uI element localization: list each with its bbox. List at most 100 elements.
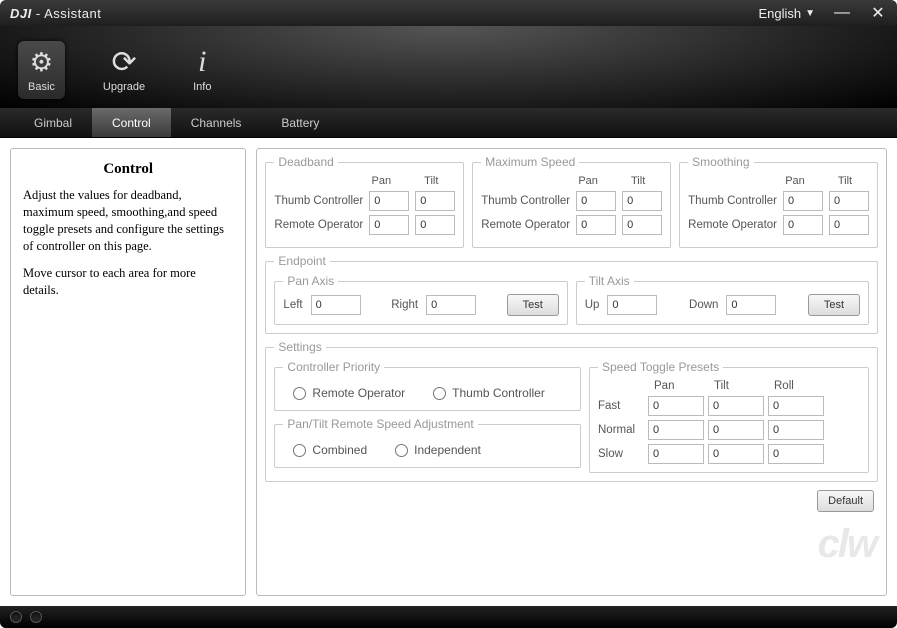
status-led-1 — [10, 611, 22, 623]
slow-label: Slow — [598, 448, 648, 460]
controller-priority-group: Controller Priority Remote Operator Thum… — [274, 360, 581, 411]
priority-remote-radio[interactable] — [293, 387, 306, 400]
thumb-label-2: Thumb Controller — [481, 195, 570, 207]
tilt-axis-group: Tilt Axis Up Down Test — [576, 274, 869, 325]
status-led-2 — [30, 611, 42, 623]
priority-thumb-option[interactable]: Thumb Controller — [433, 386, 545, 400]
left-label: Left — [283, 299, 302, 311]
language-selector[interactable]: English ▼ — [758, 6, 815, 21]
priority-remote-label: Remote Operator — [312, 386, 405, 400]
priority-remote-option[interactable]: Remote Operator — [293, 386, 405, 400]
tilt-axis-legend: Tilt Axis — [585, 274, 634, 288]
help-text-2: Move cursor to each area for more detail… — [23, 265, 233, 299]
close-button[interactable]: ✕ — [869, 3, 887, 23]
deadband-group: Deadband PanTilt Thumb Controller Remote… — [265, 155, 464, 248]
endpoint-group: Endpoint Pan Axis Left Right Test — [265, 254, 878, 334]
watermark: clw — [818, 522, 876, 567]
info-icon: i — [198, 47, 206, 77]
presets-pan-header: Pan — [654, 380, 714, 392]
settings-group: Settings Controller Priority Remote Oper… — [265, 340, 878, 482]
tab-control[interactable]: Control — [92, 108, 171, 137]
endpoint-tilt-up[interactable] — [607, 295, 657, 315]
endpoint-pan-left[interactable] — [311, 295, 361, 315]
remote-label-3: Remote Operator — [688, 219, 777, 231]
speed-independent-label: Independent — [414, 443, 481, 457]
upgrade-icon — [111, 47, 136, 77]
pan-header: Pan — [361, 175, 401, 187]
toolbar-info[interactable]: i Info — [183, 41, 221, 99]
tilt-header: Tilt — [411, 175, 451, 187]
speed-combined-radio[interactable] — [293, 444, 306, 457]
remote-speed-group: Pan/Tilt Remote Speed Adjustment Combine… — [274, 417, 581, 468]
maxspeed-thumb-tilt[interactable] — [622, 191, 662, 211]
preset-normal-pan[interactable] — [648, 420, 704, 440]
tilt-test-button[interactable]: Test — [808, 294, 860, 316]
speed-independent-radio[interactable] — [395, 444, 408, 457]
subtab-bar: Gimbal Control Channels Battery — [0, 108, 897, 138]
pan-header-3: Pan — [775, 175, 815, 187]
endpoint-pan-right[interactable] — [426, 295, 476, 315]
minimize-button[interactable]: — — [833, 4, 851, 22]
endpoint-legend: Endpoint — [274, 254, 329, 268]
smoothing-thumb-tilt[interactable] — [829, 191, 869, 211]
tilt-header-3: Tilt — [825, 175, 865, 187]
main-toolbar: Basic Upgrade i Info — [0, 26, 897, 108]
language-label: English — [758, 6, 801, 21]
preset-fast-pan[interactable] — [648, 396, 704, 416]
app-title-rest: - Assistant — [32, 6, 102, 21]
tab-gimbal[interactable]: Gimbal — [14, 108, 92, 137]
presets-tilt-header: Tilt — [714, 380, 774, 392]
deadband-thumb-tilt[interactable] — [415, 191, 455, 211]
down-label: Down — [689, 299, 718, 311]
default-button[interactable]: Default — [817, 490, 874, 512]
thumb-label-3: Thumb Controller — [688, 195, 777, 207]
toolbar-info-label: Info — [193, 81, 211, 93]
titlebar: DJI - Assistant English ▼ — ✕ — [0, 0, 897, 26]
remote-speed-legend: Pan/Tilt Remote Speed Adjustment — [283, 417, 477, 431]
toolbar-upgrade[interactable]: Upgrade — [93, 41, 155, 99]
pan-header-2: Pan — [568, 175, 608, 187]
speed-combined-option[interactable]: Combined — [293, 443, 367, 457]
preset-slow-roll[interactable] — [768, 444, 824, 464]
remote-label-2: Remote Operator — [481, 219, 570, 231]
deadband-remote-pan[interactable] — [369, 215, 409, 235]
deadband-remote-tilt[interactable] — [415, 215, 455, 235]
pan-axis-group: Pan Axis Left Right Test — [274, 274, 567, 325]
preset-normal-tilt[interactable] — [708, 420, 764, 440]
maxspeed-remote-pan[interactable] — [576, 215, 616, 235]
preset-fast-tilt[interactable] — [708, 396, 764, 416]
pan-axis-legend: Pan Axis — [283, 274, 338, 288]
normal-label: Normal — [598, 424, 648, 436]
smoothing-group: Smoothing Pan Tilt Thumb Controller Remot… — [679, 155, 878, 248]
priority-thumb-label: Thumb Controller — [452, 386, 545, 400]
presets-group: Speed Toggle Presets Pan Tilt Roll Fast — [589, 360, 869, 473]
toolbar-basic[interactable]: Basic — [18, 41, 65, 99]
tab-channels[interactable]: Channels — [171, 108, 262, 137]
help-heading: Control — [23, 159, 233, 179]
preset-slow-pan[interactable] — [648, 444, 704, 464]
tilt-header-2: Tilt — [618, 175, 658, 187]
maxspeed-remote-tilt[interactable] — [622, 215, 662, 235]
maxspeed-thumb-pan[interactable] — [576, 191, 616, 211]
maxspeed-legend: Maximum Speed — [481, 155, 579, 169]
pan-test-button[interactable]: Test — [507, 294, 559, 316]
tab-battery[interactable]: Battery — [261, 108, 339, 137]
priority-thumb-radio[interactable] — [433, 387, 446, 400]
preset-normal-roll[interactable] — [768, 420, 824, 440]
settings-legend: Settings — [274, 340, 325, 354]
smoothing-remote-tilt[interactable] — [829, 215, 869, 235]
speed-combined-label: Combined — [312, 443, 367, 457]
smoothing-remote-pan[interactable] — [783, 215, 823, 235]
preset-slow-tilt[interactable] — [708, 444, 764, 464]
smoothing-thumb-pan[interactable] — [783, 191, 823, 211]
endpoint-tilt-down[interactable] — [726, 295, 776, 315]
app-title-bold: DJI — [10, 6, 32, 21]
remote-label: Remote Operator — [274, 219, 363, 231]
toolbar-basic-label: Basic — [28, 81, 55, 93]
deadband-thumb-pan[interactable] — [369, 191, 409, 211]
preset-fast-roll[interactable] — [768, 396, 824, 416]
smoothing-legend: Smoothing — [688, 155, 753, 169]
speed-independent-option[interactable]: Independent — [395, 443, 481, 457]
app-title: DJI - Assistant — [10, 6, 101, 21]
fast-label: Fast — [598, 400, 648, 412]
